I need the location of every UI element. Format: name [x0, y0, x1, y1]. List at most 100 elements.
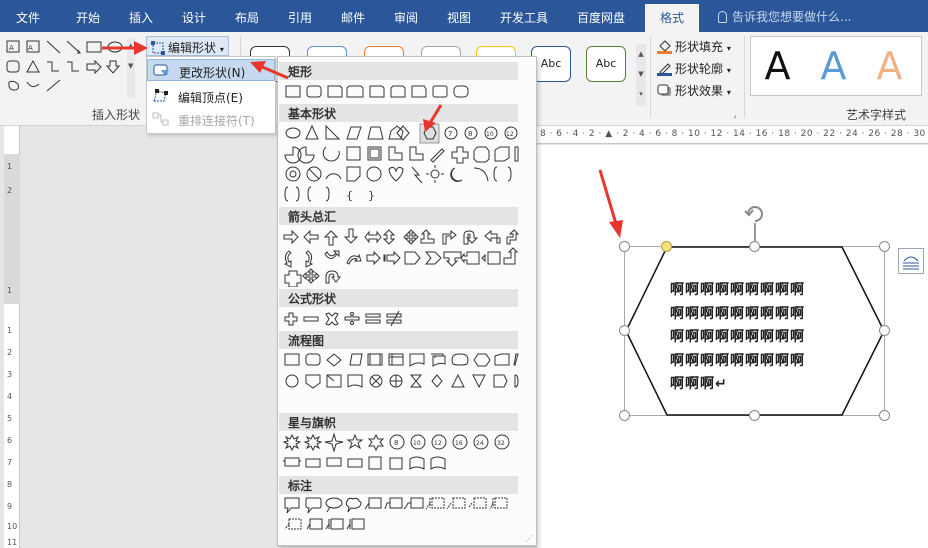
ruler-number: 2 [7, 186, 13, 195]
wordart-style-orange[interactable]: A [862, 40, 917, 92]
menu-item-label: 更改形状(N) [179, 66, 246, 80]
insert-shape-group-label: 插入形状 [92, 108, 141, 122]
svg-text:}: } [368, 189, 375, 202]
shape-effects-button[interactable]: 形状效果 ▾ [657, 82, 731, 99]
flowchart-shapes[interactable] [281, 350, 519, 392]
shape-fill-button[interactable]: 形状填充 ▾ [657, 38, 731, 55]
horizontal-ruler: 8 · 6 · 4 · 2 · ▲ · 2 · 4 · 6 · 8 · 10 ·… [537, 126, 928, 144]
chevron-down-icon: ▾ [726, 66, 731, 75]
menu-item-reroute-connectors: 重排连接符(T) [147, 108, 275, 130]
ruler-number: 5 [7, 414, 13, 423]
resize-handle[interactable] [879, 241, 890, 252]
stars-banner-shapes[interactable]: 8 10 12 16 24 32 [281, 432, 519, 474]
equation-shapes[interactable] [281, 309, 519, 331]
category-rectangles: 矩形 [279, 62, 518, 80]
menu-item-edit-points[interactable]: 编辑顶点(E) [147, 85, 275, 107]
change-shape-icon [153, 64, 169, 76]
wordart-style-blue[interactable]: A [806, 40, 861, 92]
rotate-handle[interactable] [744, 203, 766, 243]
ruler-number: 1 [7, 162, 13, 171]
resize-handle[interactable] [749, 410, 760, 421]
shape-style-scroll[interactable]: ▲ ▼ ▾ [636, 44, 646, 106]
category-basic-shapes: 基本形状 [279, 104, 518, 122]
annotation-arrow [598, 169, 623, 238]
shape-effects-icon [657, 84, 671, 96]
tab-home[interactable]: 开始 [76, 9, 100, 26]
ruler-number: 10 [7, 522, 18, 531]
pencil-icon [657, 63, 672, 76]
dialog-launcher-icon[interactable]: ⌟ [733, 110, 737, 119]
tab-design[interactable]: 设计 [182, 9, 206, 26]
adjust-handle[interactable] [661, 241, 672, 252]
edit-points-icon [153, 89, 168, 102]
rectangles-shapes[interactable] [281, 82, 519, 104]
svg-text:{: { [346, 189, 353, 202]
group-separator [650, 36, 651, 118]
annotation-arrow [102, 41, 148, 55]
shape-text[interactable]: 啊啊啊啊啊啊啊啊啊 啊啊啊啊啊啊啊啊啊 啊啊啊啊啊啊啊啊啊 啊啊啊啊啊啊啊啊啊 … [670, 279, 840, 397]
svg-text:8: 8 [468, 130, 472, 138]
shape-text-line: 啊啊啊啊啊啊啊啊啊 [670, 329, 805, 345]
shape-text-line: 啊啊啊↵ [670, 376, 728, 392]
ruler-number: 1 [7, 326, 13, 335]
ruler-number: 7 [7, 458, 13, 467]
edit-shape-label: 编辑形状 [168, 41, 217, 55]
tell-me-search[interactable]: 告诉我您想要做什么... [718, 8, 851, 25]
shape-text-line: 啊啊啊啊啊啊啊啊啊 [670, 282, 805, 298]
vertical-ruler: 1 2 1 1 2 3 4 5 6 7 8 9 10 11 [4, 126, 20, 548]
tab-format[interactable]: 格式 [645, 4, 699, 32]
tab-layout[interactable]: 布局 [235, 9, 259, 26]
tab-insert[interactable]: 插入 [129, 9, 153, 26]
ruler-number: 8 [7, 480, 13, 489]
menu-item-label: 编辑顶点(E) [178, 91, 243, 105]
tab-view[interactable]: 视图 [447, 9, 471, 26]
callout-shapes[interactable] [281, 495, 519, 537]
ruler-number: 1 [7, 286, 13, 295]
ribbon-tab-bar: 文件 开始 插入 设计 布局 引用 邮件 审阅 视图 开发工具 百度网盘 格式 … [0, 0, 928, 32]
category-flowchart: 流程图 [279, 331, 518, 349]
resize-grip-icon[interactable]: ⋰ [525, 534, 533, 543]
shape-style-7-sample: Abc [595, 57, 617, 70]
svg-text:8: 8 [394, 439, 398, 447]
group-separator [744, 36, 745, 118]
basic-shapes[interactable]: 7 8 10 12 {} [281, 123, 519, 205]
resize-handle[interactable] [879, 325, 890, 336]
layout-options-button[interactable] [898, 248, 924, 274]
block-arrow-shapes[interactable] [281, 227, 519, 287]
edit-shape-icon [151, 41, 165, 55]
resize-handle[interactable] [619, 325, 630, 336]
lightbulb-icon [718, 11, 727, 23]
edit-shape-button[interactable]: 编辑形状 ▾ [146, 36, 229, 56]
shape-text-line: 啊啊啊啊啊啊啊啊啊 [670, 305, 805, 322]
tab-review[interactable]: 审阅 [394, 9, 418, 26]
svg-text:10: 10 [413, 440, 421, 447]
wordart-style-black[interactable]: A [750, 40, 805, 92]
tab-file[interactable]: 文件 [16, 9, 40, 26]
tab-developer[interactable]: 开发工具 [500, 9, 548, 26]
shape-text-line: 啊啊啊啊啊啊啊啊啊 [670, 352, 805, 369]
category-callouts: 标注 [279, 476, 518, 494]
wordart-group-label: 艺术字样式 [846, 108, 907, 122]
shape-style-7[interactable]: Abc [586, 46, 626, 82]
tell-me-text: 告诉我您想要做什么... [732, 10, 852, 24]
category-stars-banners: 星与旗帜 [279, 413, 518, 431]
ruler-number: 9 [7, 502, 13, 511]
resize-handle[interactable] [619, 410, 630, 421]
layout-options-icon [903, 256, 919, 270]
tab-mailings[interactable]: 邮件 [341, 9, 365, 26]
shape-style-6[interactable]: Abc [531, 46, 571, 82]
ruler-number: 3 [7, 370, 13, 379]
shape-style-6-sample: Abc [540, 57, 562, 70]
category-equation-shapes: 公式形状 [279, 289, 518, 307]
ruler-number: 11 [7, 538, 18, 547]
paint-bucket-icon [657, 40, 672, 54]
resize-handle[interactable] [619, 241, 630, 252]
svg-text:12: 12 [506, 131, 514, 138]
resize-handle[interactable] [879, 410, 890, 421]
tab-references[interactable]: 引用 [288, 9, 312, 26]
tab-baidu[interactable]: 百度网盘 [577, 9, 625, 26]
chevron-down-icon: ▾ [726, 88, 731, 97]
ruler-number: 4 [7, 392, 13, 401]
chevron-down-icon: ▾ [219, 45, 224, 54]
shape-outline-button[interactable]: 形状轮廓 ▾ [657, 60, 731, 77]
